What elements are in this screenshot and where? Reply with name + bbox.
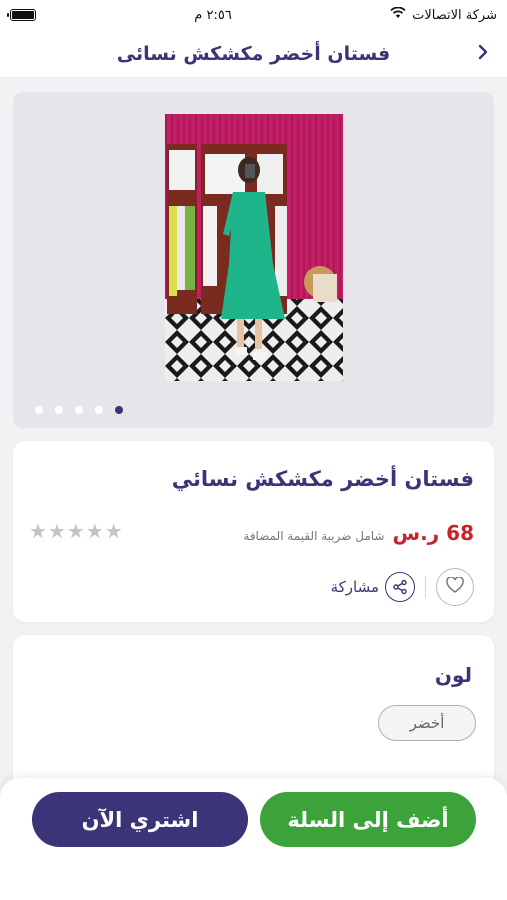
star-icon: ★ — [66, 519, 85, 543]
share-icon — [385, 572, 415, 602]
gallery-dot[interactable] — [55, 406, 63, 414]
product-price: 68 ر.س — [392, 521, 474, 545]
product-info-card: فستان أخضر مكشكش نسائي 68 ر.س شامل ضريبة… — [13, 441, 494, 622]
buy-now-button[interactable]: اشتري الآن — [32, 792, 248, 847]
gallery-dot-active[interactable] — [115, 406, 123, 414]
star-icon: ★ — [104, 519, 123, 543]
gallery-dots — [35, 406, 123, 414]
battery-icon — [7, 9, 36, 21]
gallery-dot[interactable] — [95, 406, 103, 414]
status-bar: ٢:٥٦ م شركة الاتصالات — [0, 0, 507, 30]
product-actions: مشاركة — [331, 568, 474, 606]
page-title: فستان أخضر مكشكش نسائى — [116, 42, 391, 65]
price-row: 68 ر.س شامل ضريبة القيمة المضافة — [243, 521, 474, 545]
product-name: فستان أخضر مكشكش نسائي — [171, 467, 474, 491]
vat-note: شامل ضريبة القيمة المضافة — [243, 529, 385, 543]
gallery-dot[interactable] — [35, 406, 43, 414]
product-photo[interactable] — [165, 114, 343, 381]
rating-stars[interactable]: ★ ★ ★ ★ ★ — [29, 521, 123, 541]
gallery-dot[interactable] — [75, 406, 83, 414]
clock: ٢:٥٦ م — [194, 7, 232, 23]
carrier-name: شركة الاتصالات — [412, 7, 497, 23]
color-option-chip[interactable]: أخضر — [378, 705, 476, 741]
share-button[interactable]: مشاركة — [331, 572, 415, 602]
divider — [425, 576, 426, 598]
star-icon: ★ — [47, 519, 66, 543]
star-icon: ★ — [29, 519, 47, 543]
bottom-action-bar: اشتري الآن أضف إلى السلة — [0, 778, 507, 900]
add-to-cart-button[interactable]: أضف إلى السلة — [260, 792, 476, 847]
page-header: فستان أخضر مكشكش نسائى — [0, 30, 507, 78]
wifi-icon — [390, 6, 406, 23]
favorite-button[interactable] — [436, 568, 474, 606]
back-button[interactable] — [471, 42, 495, 66]
color-section-title: لون — [434, 663, 472, 687]
star-icon: ★ — [85, 519, 104, 543]
chevron-right-icon — [477, 44, 489, 64]
share-label: مشاركة — [330, 578, 379, 596]
heart-icon — [446, 576, 464, 597]
carrier-group: شركة الاتصالات — [390, 6, 497, 23]
product-image-gallery[interactable] — [13, 92, 494, 428]
